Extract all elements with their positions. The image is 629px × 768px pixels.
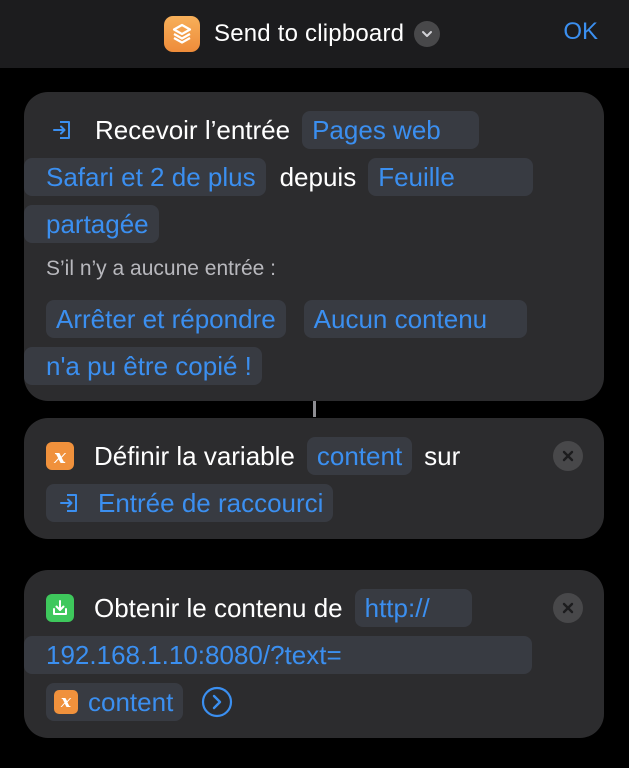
input-types-parameter-continued[interactable]: Safari et 2 de plus — [24, 158, 266, 196]
navigation-header: Send to clipboard OK — [0, 0, 629, 68]
no-input-behavior-parameter[interactable]: Arrêter et répondre — [46, 300, 286, 338]
ok-button[interactable]: OK — [563, 18, 598, 46]
shortcut-title: Send to clipboard — [214, 20, 405, 47]
no-input-label: S’il n’y a aucune entrée : — [46, 257, 276, 280]
action-title: Définir la variable — [94, 440, 295, 471]
variable-icon: x — [46, 442, 74, 470]
variable-value-parameter[interactable]: Entrée de raccourci — [46, 484, 334, 522]
source-parameter[interactable]: Feuille — [368, 158, 533, 196]
variable-icon: x — [54, 690, 78, 714]
shortcut-title-menu[interactable]: Send to clipboard — [164, 16, 441, 52]
url-variable-name: content — [88, 687, 174, 717]
action-title: Recevoir l’entrée — [95, 114, 291, 145]
url-variable-token[interactable]: x content — [46, 683, 184, 721]
input-types-parameter[interactable]: Pages web — [302, 111, 479, 149]
get-contents-action[interactable]: Obtenir le contenu de http:// 192.168.1.… — [24, 570, 604, 738]
set-variable-action[interactable]: x Définir la variable content sur Entrée… — [24, 418, 604, 539]
close-icon[interactable] — [553, 441, 583, 471]
response-parameter-continued[interactable]: n'a pu être copié ! — [24, 347, 262, 385]
input-icon — [56, 489, 84, 517]
action-title: Obtenir le contenu de — [94, 592, 343, 623]
layers-icon — [164, 16, 200, 52]
variable-value-label: Entrée de raccourci — [98, 488, 324, 518]
close-icon[interactable] — [553, 593, 583, 623]
variable-name-parameter[interactable]: content — [306, 437, 413, 475]
receive-input-action[interactable]: Recevoir l’entrée Pages web Safari et 2 … — [24, 92, 604, 401]
download-icon — [46, 594, 74, 622]
action-connector — [313, 401, 316, 417]
response-parameter[interactable]: Aucun contenu — [303, 300, 528, 338]
url-parameter[interactable]: http:// — [354, 589, 472, 627]
chevron-down-icon[interactable] — [414, 21, 441, 47]
source-parameter-continued[interactable]: partagée — [24, 205, 159, 243]
from-label: depuis — [279, 161, 357, 192]
input-icon — [49, 116, 77, 144]
to-label: sur — [424, 440, 461, 471]
url-parameter-continued[interactable]: 192.168.1.10:8080/?text= — [24, 636, 532, 674]
chevron-right-icon[interactable] — [201, 686, 233, 718]
